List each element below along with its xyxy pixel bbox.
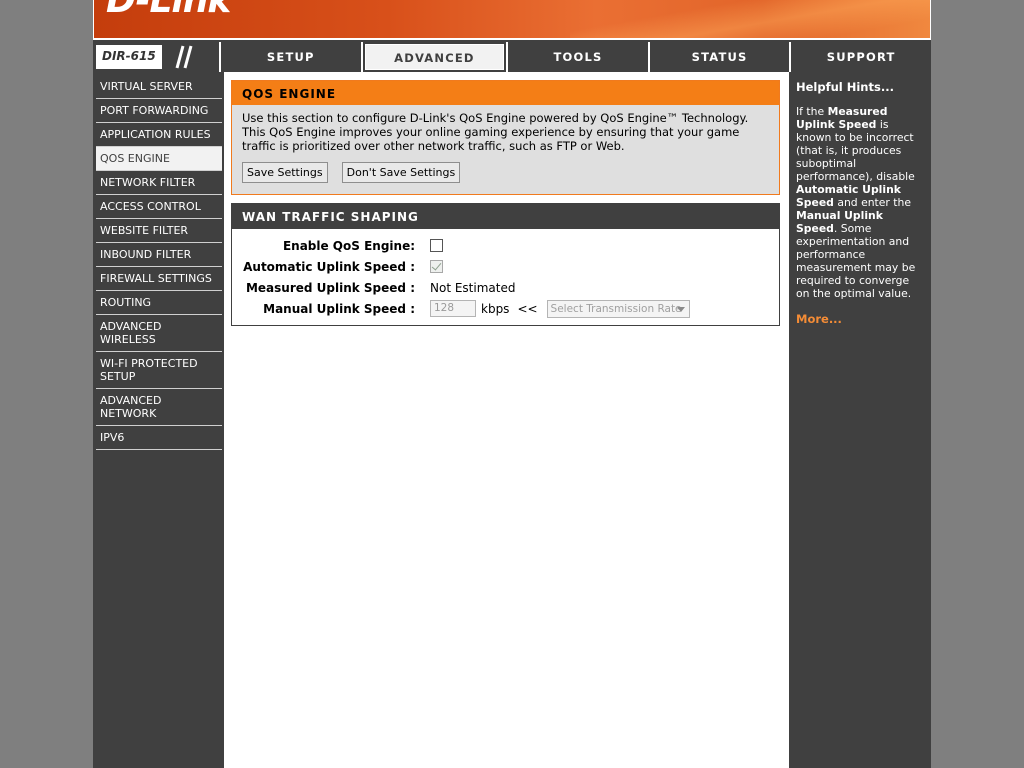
sidebar-item-advanced-wireless[interactable]: ADVANCED WIRELESS: [96, 315, 222, 352]
sidebar-item-application-rules[interactable]: APPLICATION RULES: [96, 123, 222, 147]
manual-uplink-unit: kbps: [481, 301, 510, 316]
hints-text-3: and enter the: [833, 196, 912, 209]
model-name: DIR-615: [96, 45, 162, 69]
auto-uplink-row: Automatic Uplink Speed :: [232, 256, 779, 277]
sidebar-item-website-filter[interactable]: WEBSITE FILTER: [96, 219, 222, 243]
transmission-rate-select[interactable]: Select Transmission Rate: [546, 299, 690, 318]
sidebar: VIRTUAL SERVER PORT FORWARDING APPLICATI…: [93, 72, 223, 768]
tab-status[interactable]: STATUS: [649, 42, 792, 72]
router-admin-page: D-Link DIR-615 SETUP ADVANCED TOOLS STAT…: [93, 0, 931, 768]
wan-form: Enable QoS Engine: Automatic Uplink Spee…: [232, 229, 779, 325]
tab-support-label: SUPPORT: [826, 50, 896, 64]
tab-setup-label: SETUP: [266, 50, 315, 64]
wan-traffic-shaping-section: WAN TRAFFIC SHAPING Enable QoS Engine: A…: [231, 203, 780, 326]
manual-uplink-input[interactable]: 128: [430, 300, 476, 317]
hints-text: If the Measured Uplink Speed is known to…: [796, 105, 925, 300]
tab-tools[interactable]: TOOLS: [508, 42, 650, 72]
qos-description: Use this section to configure D-Link's Q…: [242, 111, 749, 153]
main-content: QOS ENGINE Use this section to configure…: [224, 72, 788, 768]
qos-engine-section: QOS ENGINE Use this section to configure…: [231, 80, 780, 195]
sidebar-item-firewall-settings[interactable]: FIREWALL SETTINGS: [96, 267, 222, 291]
enable-qos-checkbox[interactable]: [430, 239, 443, 252]
header-banner: D-Link: [93, 0, 931, 40]
dlink-logo: D-Link: [106, 0, 231, 21]
dont-save-settings-button[interactable]: Don't Save Settings: [341, 162, 461, 183]
sidebar-item-inbound-filter[interactable]: INBOUND FILTER: [96, 243, 222, 267]
measured-uplink-row: Measured Uplink Speed : Not Estimated: [232, 277, 779, 298]
manual-uplink-label: Manual Uplink Speed :: [263, 301, 415, 316]
settings-buttons: Save Settings Don't Save Settings: [232, 153, 779, 194]
manual-uplink-row: Manual Uplink Speed : 128 kbps << Select…: [232, 298, 779, 319]
measured-uplink-label: Measured Uplink Speed :: [245, 280, 415, 295]
more-hints-link[interactable]: More...: [796, 312, 925, 326]
tab-status-label: STATUS: [691, 50, 748, 64]
tab-support[interactable]: SUPPORT: [791, 42, 931, 72]
sidebar-item-advanced-network[interactable]: ADVANCED NETWORK: [96, 389, 222, 426]
enable-qos-label: Enable QoS Engine:: [282, 238, 415, 253]
sidebar-item-access-control[interactable]: ACCESS CONTROL: [96, 195, 222, 219]
sidebar-item-ipv6[interactable]: IPV6: [96, 426, 222, 450]
wan-section-title: WAN TRAFFIC SHAPING: [232, 204, 779, 229]
sidebar-item-routing[interactable]: ROUTING: [96, 291, 222, 315]
save-settings-button[interactable]: Save Settings: [242, 162, 328, 183]
transmission-rate-select-label: Select Transmission Rate: [550, 302, 682, 315]
sidebar-item-virtual-server[interactable]: VIRTUAL SERVER: [96, 75, 222, 99]
qos-section-title: QOS ENGINE: [232, 81, 779, 105]
auto-uplink-checkbox[interactable]: [430, 260, 443, 273]
hints-title: Helpful Hints...: [796, 80, 894, 94]
hints-text-1: If the: [796, 105, 828, 118]
helpful-hints-panel: Helpful Hints... If the Measured Uplink …: [788, 72, 931, 768]
tab-tools-label: TOOLS: [553, 50, 603, 64]
measured-uplink-value: Not Estimated: [430, 280, 516, 295]
model-badge: DIR-615: [93, 42, 221, 72]
tab-advanced[interactable]: ADVANCED: [362, 42, 509, 72]
sidebar-item-port-forwarding[interactable]: PORT FORWARDING: [96, 99, 222, 123]
enable-qos-row: Enable QoS Engine:: [232, 235, 779, 256]
model-slash-decoration: [175, 45, 193, 69]
auto-uplink-label: Automatic Uplink Speed :: [243, 259, 415, 274]
chevron-down-icon: [676, 306, 685, 312]
tab-advanced-label: ADVANCED: [364, 44, 505, 70]
sidebar-item-qos-engine[interactable]: QOS ENGINE: [96, 147, 222, 171]
tab-setup[interactable]: SETUP: [221, 42, 363, 72]
top-navigation: DIR-615 SETUP ADVANCED TOOLS STATUS SUPP…: [93, 42, 931, 72]
banner-shine: [570, 0, 930, 38]
sidebar-item-wifi-protected-setup[interactable]: WI-FI PROTECTED SETUP: [96, 352, 222, 389]
copy-rate-arrows: <<: [517, 301, 538, 316]
sidebar-item-network-filter[interactable]: NETWORK FILTER: [96, 171, 222, 195]
